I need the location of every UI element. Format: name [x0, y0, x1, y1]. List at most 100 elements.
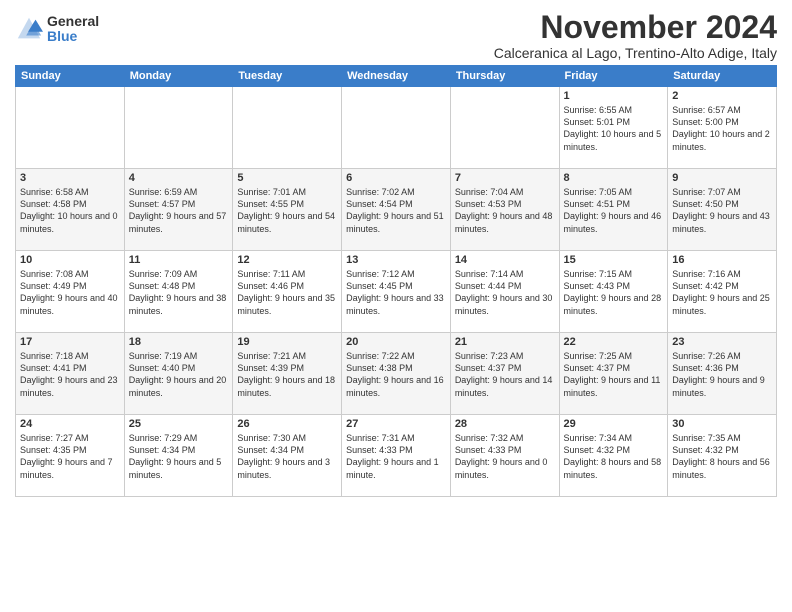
calendar-day-cell: 19 Sunrise: 7:21 AM Sunset: 4:39 PM Dayli… — [233, 333, 342, 415]
day-number: 15 — [564, 254, 664, 266]
day-number: 23 — [672, 336, 772, 348]
day-number: 3 — [20, 172, 120, 184]
calendar-day-cell: 1Sunrise: 6:55 AM Sunset: 5:01 PM Daylig… — [559, 87, 668, 169]
calendar-day-cell: 5 Sunrise: 7:01 AM Sunset: 4:55 PM Daylig… — [233, 169, 342, 251]
day-number: 16 — [672, 254, 772, 266]
day-info: Sunrise: 6:57 AM Sunset: 5:00 PM Dayligh… — [672, 104, 772, 153]
day-number: 27 — [346, 418, 446, 430]
day-info: Sunrise: 7:22 AM Sunset: 4:38 PM Dayligh… — [346, 350, 446, 399]
day-number: 25 — [129, 418, 229, 430]
day-number: 8 — [564, 172, 664, 184]
calendar-day-cell: 24 Sunrise: 7:27 AM Sunset: 4:35 PM Dayli… — [16, 415, 125, 497]
calendar-day-cell: 26 Sunrise: 7:30 AM Sunset: 4:34 PM Dayli… — [233, 415, 342, 497]
day-number: 20 — [346, 336, 446, 348]
day-number: 19 — [237, 336, 337, 348]
calendar-day-cell — [16, 87, 125, 169]
col-header-saturday: Saturday — [668, 66, 777, 87]
calendar-day-cell: 18 Sunrise: 7:19 AM Sunset: 4:40 PM Dayli… — [124, 333, 233, 415]
calendar-day-cell: 9 Sunrise: 7:07 AM Sunset: 4:50 PM Daylig… — [668, 169, 777, 251]
day-info: Sunrise: 7:30 AM Sunset: 4:34 PM Dayligh… — [237, 432, 337, 481]
calendar-day-cell: 8Sunrise: 7:05 AM Sunset: 4:51 PM Daylig… — [559, 169, 668, 251]
calendar-day-cell: 3 Sunrise: 6:58 AM Sunset: 4:58 PM Daylig… — [16, 169, 125, 251]
calendar-day-cell: 25 Sunrise: 7:29 AM Sunset: 4:34 PM Dayli… — [124, 415, 233, 497]
day-info: Sunrise: 7:29 AM Sunset: 4:34 PM Dayligh… — [129, 432, 229, 481]
day-info: Sunrise: 7:02 AM Sunset: 4:54 PM Dayligh… — [346, 186, 446, 235]
day-number: 24 — [20, 418, 120, 430]
day-number: 29 — [564, 418, 664, 430]
calendar-day-cell: 6 Sunrise: 7:02 AM Sunset: 4:54 PM Daylig… — [342, 169, 451, 251]
month-title: November 2024 — [494, 10, 777, 45]
day-number: 1 — [564, 90, 664, 102]
col-header-tuesday: Tuesday — [233, 66, 342, 87]
title-section: November 2024 Calceranica al Lago, Trent… — [494, 10, 777, 61]
day-info: Sunrise: 7:32 AM Sunset: 4:33 PM Dayligh… — [455, 432, 555, 481]
calendar-day-cell: 22Sunrise: 7:25 AM Sunset: 4:37 PM Dayli… — [559, 333, 668, 415]
day-number: 21 — [455, 336, 555, 348]
day-number: 9 — [672, 172, 772, 184]
logo-general-text: General — [47, 14, 99, 29]
calendar-day-cell: 7Sunrise: 7:04 AM Sunset: 4:53 PM Daylig… — [450, 169, 559, 251]
day-number: 30 — [672, 418, 772, 430]
day-number: 26 — [237, 418, 337, 430]
calendar-day-cell: 13 Sunrise: 7:12 AM Sunset: 4:45 PM Dayli… — [342, 251, 451, 333]
calendar-day-cell — [450, 87, 559, 169]
day-info: Sunrise: 7:35 AM Sunset: 4:32 PM Dayligh… — [672, 432, 772, 481]
calendar-week-row: 3 Sunrise: 6:58 AM Sunset: 4:58 PM Daylig… — [16, 169, 777, 251]
day-number: 14 — [455, 254, 555, 266]
day-info: Sunrise: 7:25 AM Sunset: 4:37 PM Dayligh… — [564, 350, 664, 399]
calendar-day-cell — [233, 87, 342, 169]
calendar-day-cell: 16Sunrise: 7:16 AM Sunset: 4:42 PM Dayli… — [668, 251, 777, 333]
calendar-week-row: 24 Sunrise: 7:27 AM Sunset: 4:35 PM Dayli… — [16, 415, 777, 497]
logo-blue-text: Blue — [47, 29, 99, 44]
day-number: 2 — [672, 90, 772, 102]
calendar-day-cell: 15 Sunrise: 7:15 AM Sunset: 4:43 PM Dayli… — [559, 251, 668, 333]
calendar-week-row: 10 Sunrise: 7:08 AM Sunset: 4:49 PM Dayli… — [16, 251, 777, 333]
day-info: Sunrise: 7:12 AM Sunset: 4:45 PM Dayligh… — [346, 268, 446, 317]
day-number: 17 — [20, 336, 120, 348]
day-info: Sunrise: 7:08 AM Sunset: 4:49 PM Dayligh… — [20, 268, 120, 317]
day-info: Sunrise: 6:59 AM Sunset: 4:57 PM Dayligh… — [129, 186, 229, 235]
col-header-wednesday: Wednesday — [342, 66, 451, 87]
day-number: 28 — [455, 418, 555, 430]
day-number: 7 — [455, 172, 555, 184]
day-info: Sunrise: 7:18 AM Sunset: 4:41 PM Dayligh… — [20, 350, 120, 399]
day-number: 5 — [237, 172, 337, 184]
day-info: Sunrise: 7:07 AM Sunset: 4:50 PM Dayligh… — [672, 186, 772, 235]
day-number: 12 — [237, 254, 337, 266]
day-info: Sunrise: 7:11 AM Sunset: 4:46 PM Dayligh… — [237, 268, 337, 317]
day-number: 18 — [129, 336, 229, 348]
calendar-week-row: 17 Sunrise: 7:18 AM Sunset: 4:41 PM Dayli… — [16, 333, 777, 415]
day-number: 4 — [129, 172, 229, 184]
day-info: Sunrise: 7:21 AM Sunset: 4:39 PM Dayligh… — [237, 350, 337, 399]
calendar-day-cell: 11Sunrise: 7:09 AM Sunset: 4:48 PM Dayli… — [124, 251, 233, 333]
calendar-day-cell — [342, 87, 451, 169]
col-header-sunday: Sunday — [16, 66, 125, 87]
day-info: Sunrise: 7:14 AM Sunset: 4:44 PM Dayligh… — [455, 268, 555, 317]
day-number: 13 — [346, 254, 446, 266]
day-info: Sunrise: 7:34 AM Sunset: 4:32 PM Dayligh… — [564, 432, 664, 481]
location-title: Calceranica al Lago, Trentino-Alto Adige… — [494, 45, 777, 61]
calendar-day-cell: 23 Sunrise: 7:26 AM Sunset: 4:36 PM Dayli… — [668, 333, 777, 415]
calendar-day-cell: 14 Sunrise: 7:14 AM Sunset: 4:44 PM Dayli… — [450, 251, 559, 333]
col-header-monday: Monday — [124, 66, 233, 87]
calendar-table: SundayMondayTuesdayWednesdayThursdayFrid… — [15, 65, 777, 497]
day-info: Sunrise: 7:23 AM Sunset: 4:37 PM Dayligh… — [455, 350, 555, 399]
calendar-day-cell: 12 Sunrise: 7:11 AM Sunset: 4:46 PM Dayli… — [233, 251, 342, 333]
day-info: Sunrise: 7:27 AM Sunset: 4:35 PM Dayligh… — [20, 432, 120, 481]
calendar-day-cell: 2 Sunrise: 6:57 AM Sunset: 5:00 PM Daylig… — [668, 87, 777, 169]
calendar-header-row: SundayMondayTuesdayWednesdayThursdayFrid… — [16, 66, 777, 87]
day-info: Sunrise: 7:01 AM Sunset: 4:55 PM Dayligh… — [237, 186, 337, 235]
calendar-day-cell: 4 Sunrise: 6:59 AM Sunset: 4:57 PM Daylig… — [124, 169, 233, 251]
calendar-day-cell: 30 Sunrise: 7:35 AM Sunset: 4:32 PM Dayli… — [668, 415, 777, 497]
day-info: Sunrise: 7:15 AM Sunset: 4:43 PM Dayligh… — [564, 268, 664, 317]
calendar-day-cell: 21 Sunrise: 7:23 AM Sunset: 4:37 PM Dayli… — [450, 333, 559, 415]
day-number: 10 — [20, 254, 120, 266]
logo-icon — [15, 15, 43, 43]
day-info: Sunrise: 7:19 AM Sunset: 4:40 PM Dayligh… — [129, 350, 229, 399]
day-number: 11 — [129, 254, 229, 266]
day-number: 6 — [346, 172, 446, 184]
day-info: Sunrise: 6:58 AM Sunset: 4:58 PM Dayligh… — [20, 186, 120, 235]
col-header-friday: Friday — [559, 66, 668, 87]
day-info: Sunrise: 7:26 AM Sunset: 4:36 PM Dayligh… — [672, 350, 772, 399]
calendar-day-cell: 28 Sunrise: 7:32 AM Sunset: 4:33 PM Dayli… — [450, 415, 559, 497]
